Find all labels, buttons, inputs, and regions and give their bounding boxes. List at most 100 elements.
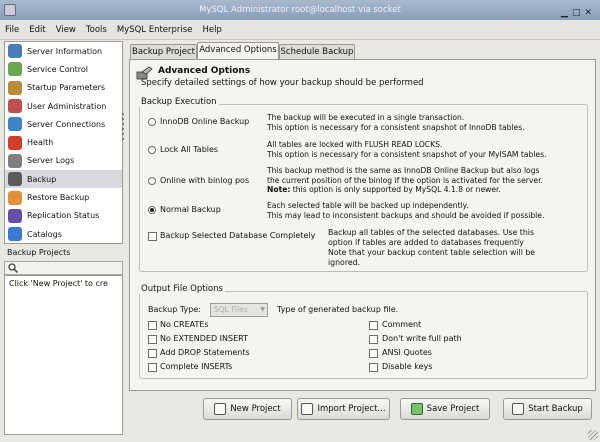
tab-backup-project[interactable]: Backup Project (130, 44, 197, 59)
output-options-title: Output File Options (139, 284, 225, 294)
replication-icon (8, 208, 22, 223)
disable-keys-label: Disable keys (382, 362, 433, 371)
backup-complete-label: Backup Selected Database Completely (160, 231, 316, 240)
complete-inserts-checkbox[interactable] (148, 363, 157, 372)
import-project-label: Import Project... (317, 404, 386, 414)
menu-mysql-enterprise[interactable]: MySQL Enterprise (112, 20, 198, 40)
add-drop-label: Add DROP Statements (160, 348, 250, 357)
lock-all-tables-radio[interactable] (148, 146, 156, 154)
backup-projects-header: Backup Projects (7, 248, 71, 257)
sidebar-item-server-information[interactable]: Server Information (5, 42, 122, 60)
normal-backup-desc: Each selected table will be backed up in… (267, 201, 545, 220)
tab-schedule-backup[interactable]: Schedule Backup (279, 44, 355, 59)
sidebar-item-user-administration[interactable]: User Administration (5, 97, 122, 115)
backup-complete-checkbox[interactable] (148, 232, 157, 241)
backup-type-select[interactable]: SQL Files (210, 303, 268, 317)
no-extended-insert-label: No EXTENDED INSERT (160, 334, 248, 343)
no-extended-insert-checkbox[interactable] (148, 335, 157, 344)
minimize-icon[interactable]: ▁ (561, 8, 572, 18)
innodb-online-desc: The backup will be executed in a single … (267, 113, 525, 132)
dont-write-full-path-label: Don't write full path (382, 334, 462, 343)
page-subtitle: Specify detailed settings of how your ba… (141, 78, 424, 88)
online-binlog-desc: This backup method is the same as InnoDB… (267, 166, 543, 194)
window-menu-icon[interactable] (4, 4, 16, 16)
sidebar-item-server-connections[interactable]: Server Connections (5, 115, 122, 133)
normal-backup-label: Normal Backup (160, 205, 221, 214)
page-title: Advanced Options (158, 66, 251, 76)
complete-inserts-label: Complete INSERTs (160, 362, 233, 371)
menu-help[interactable]: Help (197, 20, 226, 40)
sidebar-item-label: Service Control (27, 64, 89, 74)
ansi-quotes-label: ANSI Quotes (382, 348, 432, 357)
server-logs-icon (8, 153, 22, 168)
backup-execution-title: Backup Execution (139, 97, 219, 107)
innodb-online-label: InnoDB Online Backup (160, 117, 250, 126)
add-drop-checkbox[interactable] (148, 349, 157, 358)
restore-backup-icon (8, 190, 22, 205)
online-binlog-radio[interactable] (148, 177, 156, 185)
sidebar: Server Information Service Control Startup… (4, 41, 123, 244)
sidebar-item-label: Server Information (27, 46, 103, 56)
menu-tools[interactable]: Tools (81, 20, 112, 40)
maximize-icon[interactable]: □ (572, 8, 585, 18)
normal-backup-radio[interactable] (148, 206, 156, 214)
start-backup-icon (512, 403, 525, 415)
backup-projects-search[interactable] (4, 261, 123, 275)
start-backup-button[interactable]: Start Backup (503, 398, 592, 420)
close-icon[interactable]: ✕ (584, 8, 596, 18)
health-icon (8, 135, 22, 150)
no-creates-label: No CREATEs (160, 320, 209, 329)
menu-bar: File Edit View Tools MySQL Enterprise Help (0, 20, 600, 40)
splitter-handle[interactable] (121, 110, 125, 170)
sidebar-item-label: Backup (27, 174, 57, 184)
tab-advanced-options[interactable]: Advanced Options (197, 42, 279, 60)
sidebar-item-startup-parameters[interactable]: Startup Parameters (5, 79, 122, 97)
sidebar-item-server-logs[interactable]: Server Logs (5, 152, 122, 170)
sidebar-item-label: Replication Status (27, 211, 100, 221)
save-project-button[interactable]: Save Project (400, 398, 490, 420)
online-binlog-label: Online with binlog pos (160, 176, 250, 185)
startup-parameters-icon (8, 80, 22, 95)
sidebar-item-restore-backup[interactable]: Restore Backup (5, 188, 122, 206)
backup-type-label: Backup Type: (148, 305, 201, 314)
new-project-label: New Project (230, 404, 281, 414)
backup-projects-hint: Click 'New Project' to cre (9, 279, 108, 288)
dont-write-full-path-checkbox[interactable] (369, 335, 378, 344)
disable-keys-checkbox[interactable] (369, 363, 378, 372)
backup-complete-desc: Backup all tables of the selected databa… (328, 228, 536, 267)
server-info-icon (8, 44, 22, 59)
search-icon (8, 263, 19, 274)
lock-all-tables-label: Lock All Tables (160, 145, 219, 154)
sidebar-item-label: Catalogs (27, 229, 62, 239)
backup-type-desc: Type of generated backup file. (277, 305, 399, 314)
window-title: MySQL Administrator root@localhost via s… (199, 5, 401, 15)
no-creates-checkbox[interactable] (148, 321, 157, 330)
sidebar-item-catalogs[interactable]: Catalogs (5, 225, 122, 243)
new-project-button[interactable]: New Project (203, 398, 292, 420)
innodb-online-radio[interactable] (148, 118, 156, 126)
window-title-bar: MySQL Administrator root@localhost via s… (0, 0, 600, 20)
sidebar-item-health[interactable]: Health (5, 133, 122, 151)
ansi-quotes-checkbox[interactable] (369, 349, 378, 358)
menu-view[interactable]: View (51, 20, 81, 40)
backup-icon (8, 172, 22, 187)
connections-icon (8, 117, 22, 132)
comment-label: Comment (382, 320, 422, 329)
import-project-button[interactable]: Import Project... (297, 398, 390, 420)
new-project-icon (214, 403, 227, 415)
sidebar-item-service-control[interactable]: Service Control (5, 60, 122, 78)
sidebar-item-label: Server Connections (27, 119, 106, 129)
sidebar-item-label: User Administration (27, 101, 107, 111)
sidebar-item-replication-status[interactable]: Replication Status (5, 207, 122, 225)
sidebar-item-label: Restore Backup (27, 193, 90, 203)
sidebar-item-label: Startup Parameters (27, 83, 106, 93)
backup-projects-list[interactable]: Click 'New Project' to cre (4, 275, 123, 435)
sidebar-item-backup[interactable]: Backup (5, 170, 122, 189)
start-backup-label: Start Backup (528, 404, 583, 414)
menu-edit[interactable]: Edit (24, 20, 50, 40)
menu-file[interactable]: File (0, 20, 24, 40)
resize-grip[interactable] (588, 430, 598, 440)
save-project-icon (410, 403, 423, 415)
comment-checkbox[interactable] (369, 321, 378, 330)
sidebar-item-label: Health (27, 138, 54, 148)
